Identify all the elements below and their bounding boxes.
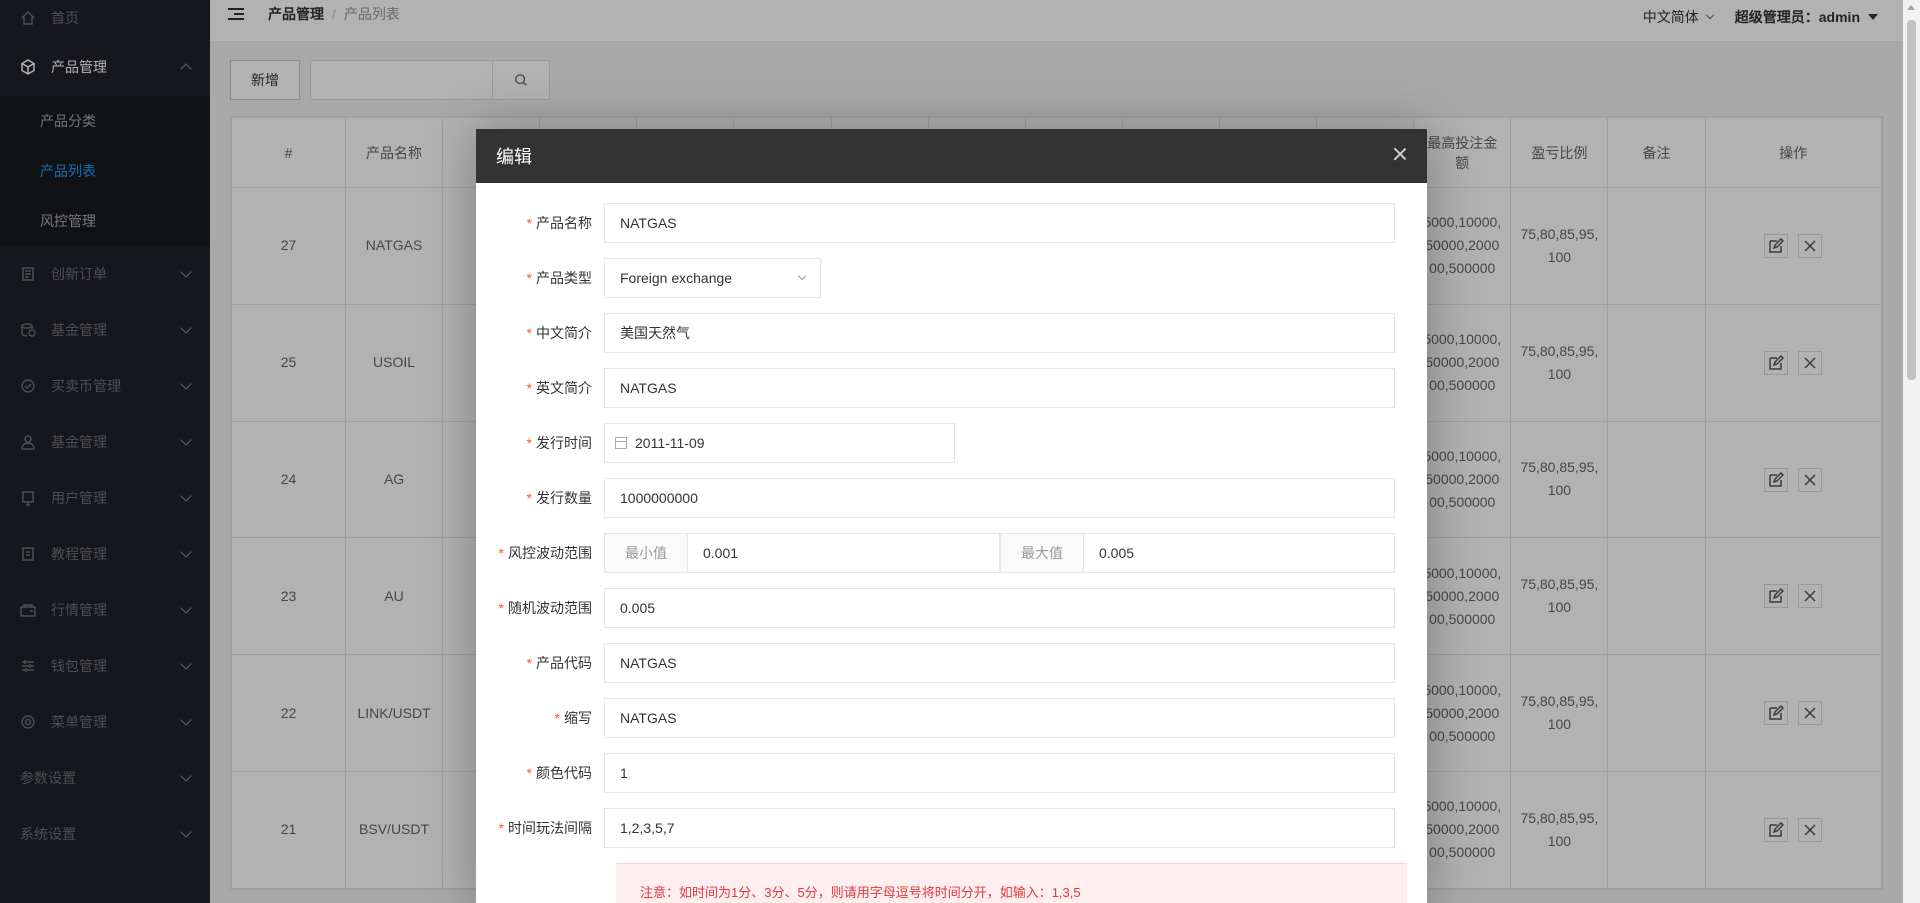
form-row-interval: * 时间玩法间隔 1,2,3,5,7 [476, 808, 1395, 848]
issue-qty-input[interactable]: 1000000000 [604, 478, 1395, 518]
select-value: Foreign exchange [620, 270, 733, 286]
modal-title: 编辑 [496, 147, 532, 167]
form-row-issue-time: * 发行时间 2011-11-09 [476, 423, 955, 463]
required-marker: * [498, 820, 504, 836]
field-label: * 发行时间 [476, 433, 604, 453]
product-code-input[interactable]: NATGAS [604, 643, 1395, 683]
field-label: * 中文简介 [476, 323, 604, 343]
form-row-risk-range: * 风控波动范围 最小值 0.001 最大值 0.005 [476, 533, 1395, 573]
form-row-cn-intro: * 中文简介 美国天然气 [476, 313, 1395, 353]
form-row-product-name: * 产品名称 NATGAS [476, 203, 1395, 243]
field-label-text: 时间玩法间隔 [508, 820, 592, 836]
notice-box: 注意：如时间为1分、3分、5分，则请用字母逗号将时间分开，如输入：1,3,5 [616, 863, 1407, 903]
required-marker: * [526, 325, 532, 341]
field-label: * 时间玩法间隔 [476, 818, 604, 838]
page-scrollbar[interactable] [1903, 0, 1920, 903]
field-label-text: 风控波动范围 [508, 545, 592, 561]
field-label-text: 随机波动范围 [508, 600, 592, 616]
chevron-down-icon [797, 271, 807, 281]
field-label: * 缩写 [476, 708, 604, 728]
close-icon[interactable] [1393, 147, 1407, 161]
interval-input[interactable]: 1,2,3,5,7 [604, 808, 1395, 848]
field-label-text: 产品代码 [536, 655, 592, 671]
risk-min-value: 0.001 [703, 545, 739, 561]
product-name-input[interactable]: NATGAS [604, 203, 1395, 243]
edit-modal: 编辑 * 产品名称 NATGAS * 产品类型 Foreign exchange *… [476, 129, 1427, 903]
form-row-product-code: * 产品代码 NATGAS [476, 643, 1395, 683]
field-label: * 发行数量 [476, 488, 604, 508]
required-marker: * [554, 710, 560, 726]
en-intro-input[interactable]: NATGAS [604, 368, 1395, 408]
calendar-icon [615, 437, 627, 449]
required-marker: * [526, 435, 532, 451]
field-label: * 产品代码 [476, 653, 604, 673]
product-type-select[interactable]: Foreign exchange [604, 258, 821, 298]
field-label-text: 英文简介 [536, 380, 592, 396]
field-label-text: 缩写 [564, 710, 592, 726]
scroll-up-icon [1907, 5, 1915, 10]
scrollbar-thumb[interactable] [1907, 20, 1916, 380]
field-label: * 风控波动范围 [476, 543, 604, 563]
form-row-en-intro: * 英文简介 NATGAS [476, 368, 1395, 408]
min-addon: 最小值 [605, 534, 688, 572]
form-row-random-range: * 随机波动范围 0.005 [476, 588, 1395, 628]
field-label-text: 发行时间 [536, 435, 592, 451]
form-row-color-code: * 颜色代码 1 [476, 753, 1395, 793]
date-value: 2011-11-09 [635, 435, 705, 451]
required-marker: * [526, 380, 532, 396]
color-code-input[interactable]: 1 [604, 753, 1395, 793]
field-label-text: 发行数量 [536, 490, 592, 506]
required-marker: * [526, 765, 532, 781]
field-label-text: 中文简介 [536, 325, 592, 341]
field-label: * 随机波动范围 [476, 598, 604, 618]
required-marker: * [526, 655, 532, 671]
field-label: * 英文简介 [476, 378, 604, 398]
form-row-product-type: * 产品类型 Foreign exchange [476, 258, 821, 298]
field-label-text: 产品类型 [536, 270, 592, 286]
modal-header: 编辑 [476, 129, 1427, 183]
risk-max-value: 0.005 [1099, 545, 1135, 561]
cn-intro-input[interactable]: 美国天然气 [604, 313, 1395, 353]
risk-min-input[interactable]: 最小值 0.001 [604, 533, 1000, 573]
field-label: * 产品名称 [476, 213, 604, 233]
form-row-abbr: * 缩写 NATGAS [476, 698, 1395, 738]
required-marker: * [498, 600, 504, 616]
field-label: * 颜色代码 [476, 763, 604, 783]
required-marker: * [526, 270, 532, 286]
required-marker: * [526, 215, 532, 231]
field-label-text: 颜色代码 [536, 765, 592, 781]
required-marker: * [526, 490, 532, 506]
field-label-text: 产品名称 [536, 215, 592, 231]
field-label: * 产品类型 [476, 268, 604, 288]
abbr-input[interactable]: NATGAS [604, 698, 1395, 738]
risk-max-input[interactable]: 最大值 0.005 [1000, 533, 1395, 573]
notice-text: 注意：如时间为1分、3分、5分，则请用字母逗号将时间分开，如输入：1,3,5 [640, 885, 1081, 900]
required-marker: * [498, 545, 504, 561]
random-range-input[interactable]: 0.005 [604, 588, 1395, 628]
issue-date-input[interactable]: 2011-11-09 [604, 423, 955, 463]
form-row-issue-qty: * 发行数量 1000000000 [476, 478, 1395, 518]
max-addon: 最大值 [1000, 534, 1084, 572]
